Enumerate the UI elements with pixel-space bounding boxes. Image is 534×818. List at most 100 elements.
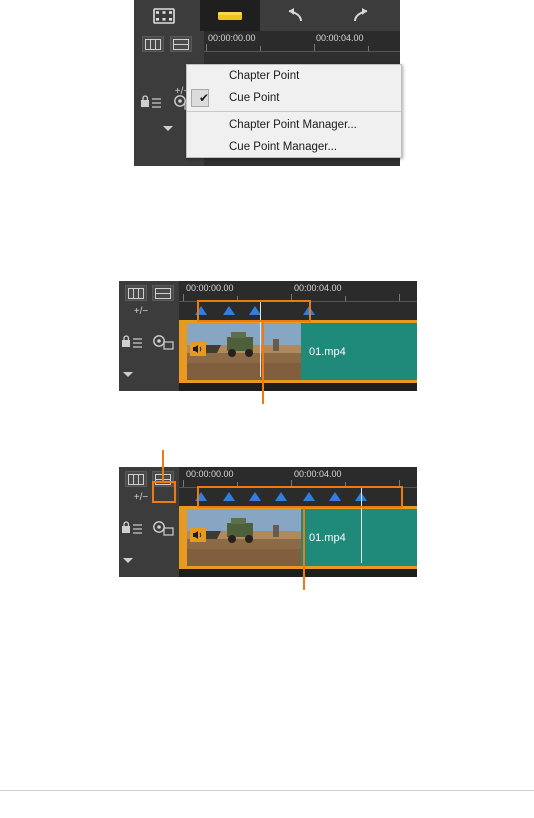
lock-track-icon[interactable] bbox=[140, 95, 164, 111]
lock-glyph bbox=[141, 95, 161, 108]
clip-label: 01.mp4 bbox=[309, 531, 346, 544]
clip-left-handle[interactable] bbox=[179, 323, 187, 380]
figure-four-cue-points: +/− 00:00:00.00 00:00:04.00 01.mp4 bbox=[119, 281, 417, 391]
fx-glyph bbox=[153, 521, 174, 536]
clip-label: 01.mp4 bbox=[309, 345, 346, 358]
menu-separator bbox=[187, 111, 401, 112]
lock-glyph bbox=[122, 335, 142, 348]
track-add-icon[interactable] bbox=[152, 285, 174, 301]
ruler-label: 00:00:00.00 bbox=[208, 33, 256, 43]
track-add-icon[interactable] bbox=[170, 36, 192, 52]
page-divider bbox=[0, 790, 534, 791]
figure-marker-menu: +/− 00:00:00.00 00:00:04.00 Chapter Poin… bbox=[134, 0, 402, 166]
ruler-label: 00:00:04.00 bbox=[294, 283, 342, 293]
speaker-glyph bbox=[190, 528, 206, 542]
timeline-ruler[interactable]: 00:00:00.00 00:00:04.00 bbox=[179, 281, 417, 302]
menu-item-cue-point-manager[interactable]: Cue Point Manager... bbox=[187, 136, 401, 158]
ruler-tick bbox=[291, 480, 292, 487]
menu-item-label: Cue Point Manager... bbox=[229, 141, 338, 153]
ruler-label: 00:00:04.00 bbox=[294, 469, 342, 479]
marker-add-remove-icon[interactable]: +/− bbox=[125, 491, 157, 504]
track-header-column: +/− bbox=[119, 467, 180, 577]
track-manager-icon[interactable] bbox=[125, 471, 147, 487]
marker-tool-icon[interactable] bbox=[200, 0, 260, 34]
timeline-toolbar bbox=[134, 0, 400, 34]
menu-check-placeholder bbox=[197, 69, 211, 83]
cue-point-marker[interactable] bbox=[275, 492, 287, 501]
marker-context-menu[interactable]: Chapter Point ✔ Cue Point Chapter Point … bbox=[186, 64, 402, 158]
highlight-callout-line bbox=[262, 322, 264, 404]
playhead-line bbox=[361, 488, 362, 563]
ruler-tick bbox=[206, 44, 207, 51]
track-gap bbox=[179, 569, 417, 577]
timeline-tracks[interactable]: 01.mp4 bbox=[179, 302, 417, 391]
playhead-line bbox=[260, 302, 261, 377]
highlight-callout-line bbox=[303, 508, 305, 590]
cue-point-marker[interactable] bbox=[303, 492, 315, 501]
ruler-tick bbox=[314, 44, 315, 51]
menu-item-cue-point[interactable]: ✔ Cue Point bbox=[187, 87, 401, 109]
marker-add-remove-icon[interactable]: +/− bbox=[125, 305, 157, 318]
chevron-down-icon bbox=[163, 126, 173, 131]
lock-track-icon[interactable] bbox=[121, 521, 145, 537]
redo-icon[interactable] bbox=[331, 0, 391, 31]
highlight-callout-line-top bbox=[162, 450, 164, 482]
film-strip-glyph bbox=[153, 7, 175, 24]
track-manager-glyph bbox=[128, 287, 144, 299]
ruler-tick bbox=[399, 480, 400, 487]
video-clip-green[interactable]: 01.mp4 bbox=[301, 323, 417, 380]
track-collapse-icon[interactable] bbox=[120, 367, 140, 381]
video-clip-green[interactable]: 01.mp4 bbox=[301, 509, 417, 566]
cue-point-marker[interactable] bbox=[329, 492, 341, 501]
menu-item-label: Chapter Point Manager... bbox=[229, 119, 357, 131]
menu-check-placeholder bbox=[197, 140, 211, 154]
ruler-tick bbox=[345, 296, 346, 301]
ruler-tick bbox=[183, 294, 184, 301]
ruler-tick bbox=[260, 46, 261, 51]
ruler-label: 00:00:00.00 bbox=[186, 283, 234, 293]
ruler-tick bbox=[399, 294, 400, 301]
track-collapse-icon[interactable] bbox=[120, 553, 140, 567]
marker-lane[interactable] bbox=[179, 488, 417, 506]
timeline-ruler[interactable]: 00:00:00.00 00:00:04.00 bbox=[204, 31, 400, 52]
marker-glyph bbox=[218, 11, 242, 20]
track-manager-glyph bbox=[145, 38, 161, 50]
cue-point-marker[interactable] bbox=[195, 306, 207, 315]
track-gap bbox=[179, 383, 417, 391]
fx-track-icon[interactable] bbox=[151, 333, 175, 353]
cue-point-marker[interactable] bbox=[303, 306, 315, 315]
fx-track-icon[interactable] bbox=[151, 519, 175, 539]
track-add-glyph bbox=[155, 287, 171, 299]
cue-point-marker[interactable] bbox=[223, 306, 235, 315]
marker-lane[interactable] bbox=[179, 302, 417, 320]
cue-point-marker[interactable] bbox=[249, 492, 261, 501]
timeline-tracks[interactable]: 01.mp4 bbox=[179, 488, 417, 577]
menu-item-chapter-point-manager[interactable]: Chapter Point Manager... bbox=[187, 114, 401, 136]
track-add-glyph bbox=[173, 38, 189, 50]
menu-check-placeholder bbox=[197, 118, 211, 132]
track-manager-icon[interactable] bbox=[142, 36, 164, 52]
ruler-tick bbox=[237, 482, 238, 487]
undo-icon[interactable] bbox=[265, 0, 325, 31]
ruler-label: 00:00:00.00 bbox=[186, 469, 234, 479]
track-collapse-icon[interactable] bbox=[160, 121, 180, 135]
track-header-column: +/− bbox=[119, 281, 180, 391]
ruler-tick bbox=[237, 296, 238, 301]
ruler-tick bbox=[368, 46, 369, 51]
video-clip-thumbnail[interactable] bbox=[187, 323, 301, 380]
media-room-icon[interactable] bbox=[134, 0, 194, 31]
cue-point-marker[interactable] bbox=[223, 492, 235, 501]
lock-track-icon[interactable] bbox=[121, 335, 145, 351]
check-icon: ✔ bbox=[198, 91, 210, 105]
undo-arrow-glyph bbox=[288, 7, 302, 21]
track-manager-glyph bbox=[128, 473, 144, 485]
figure-seven-cue-points: +/− 00:00:00.00 00:00:04.00 01.mp4 bbox=[119, 467, 417, 577]
track-manager-icon[interactable] bbox=[125, 285, 147, 301]
redo-arrow-glyph bbox=[354, 7, 368, 21]
lock-glyph bbox=[122, 521, 142, 534]
video-clip-thumbnail[interactable] bbox=[187, 509, 301, 566]
clip-left-handle[interactable] bbox=[179, 509, 187, 566]
menu-item-chapter-point[interactable]: Chapter Point bbox=[187, 65, 401, 87]
cue-point-marker[interactable] bbox=[195, 492, 207, 501]
timeline-ruler[interactable]: 00:00:00.00 00:00:04.00 bbox=[179, 467, 417, 488]
